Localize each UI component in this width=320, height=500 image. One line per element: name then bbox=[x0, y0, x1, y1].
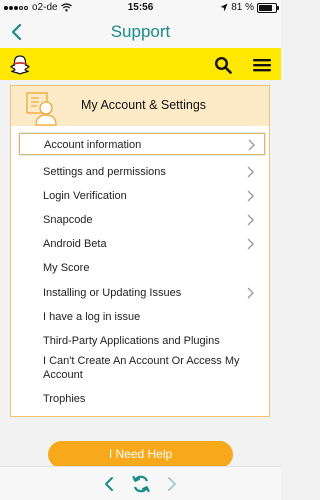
menu-icon[interactable] bbox=[252, 57, 272, 73]
list-item-my-score[interactable]: My Score bbox=[19, 257, 265, 279]
list-item-third-party-apps[interactable]: Third-Party Applications and Plugins bbox=[19, 330, 265, 352]
list-item-label: I Can't Create An Account Or Access My A… bbox=[43, 355, 240, 381]
search-icon[interactable] bbox=[214, 56, 232, 74]
chevron-right-icon bbox=[248, 139, 255, 151]
list-item-label: Login Verification bbox=[43, 190, 127, 202]
list-item-account-information[interactable]: Account information bbox=[19, 133, 265, 155]
account-settings-card: My Account & Settings Account informatio… bbox=[10, 85, 270, 417]
status-right: 81 % bbox=[220, 2, 279, 13]
browser-toolbar bbox=[0, 466, 281, 500]
list-item-label: Account information bbox=[44, 139, 142, 151]
list-item-log-in-issue[interactable]: I have a log in issue bbox=[19, 306, 265, 328]
list-item-android-beta[interactable]: Android Beta bbox=[19, 233, 265, 255]
refresh-icon[interactable] bbox=[131, 474, 151, 494]
forward-arrow-icon[interactable] bbox=[166, 476, 178, 492]
site-header bbox=[0, 48, 281, 80]
list-item-label: Settings and permissions bbox=[43, 166, 166, 178]
list-item-label: Installing or Updating Issues bbox=[43, 287, 182, 299]
card-title: My Account & Settings bbox=[81, 98, 207, 112]
chevron-right-icon bbox=[247, 214, 254, 226]
account-settings-icon bbox=[26, 92, 57, 126]
list-item-label: Trophies bbox=[43, 393, 86, 405]
location-icon bbox=[220, 3, 228, 12]
back-arrow-icon[interactable] bbox=[103, 476, 115, 492]
battery-percent: 81 % bbox=[231, 2, 254, 13]
chevron-right-icon bbox=[247, 287, 254, 299]
list-item-snapcode[interactable]: Snapcode bbox=[19, 209, 265, 231]
list-item-login-verification[interactable]: Login Verification bbox=[19, 185, 265, 207]
list-item-installing-updating[interactable]: Installing or Updating Issues bbox=[19, 282, 265, 304]
list-item-settings-permissions[interactable]: Settings and permissions bbox=[19, 161, 265, 183]
list-item-label: I have a log in issue bbox=[43, 311, 141, 323]
chevron-right-icon bbox=[247, 166, 254, 178]
page-title: Support bbox=[110, 22, 171, 41]
i-need-help-button[interactable]: I Need Help bbox=[48, 441, 233, 468]
nav-bar: Support bbox=[0, 16, 281, 48]
status-bar: o2-de 15:56 81 % bbox=[0, 0, 281, 16]
chevron-right-icon bbox=[247, 238, 254, 250]
list-item-trophies[interactable]: Trophies bbox=[19, 388, 265, 410]
battery-fill bbox=[259, 4, 272, 11]
ghost-icon[interactable] bbox=[9, 54, 31, 76]
chevron-right-icon bbox=[247, 190, 254, 202]
battery-icon bbox=[257, 2, 279, 13]
card-header: My Account & Settings bbox=[11, 86, 269, 126]
list-item-label: Snapcode bbox=[43, 214, 93, 226]
list-item-label: My Score bbox=[43, 262, 90, 274]
list-item-label: Third-Party Applications and Plugins bbox=[43, 335, 220, 347]
list-item-cant-create-account[interactable]: I Can't Create An Account Or Access My A… bbox=[19, 354, 265, 386]
list-item-label: Android Beta bbox=[43, 238, 107, 250]
